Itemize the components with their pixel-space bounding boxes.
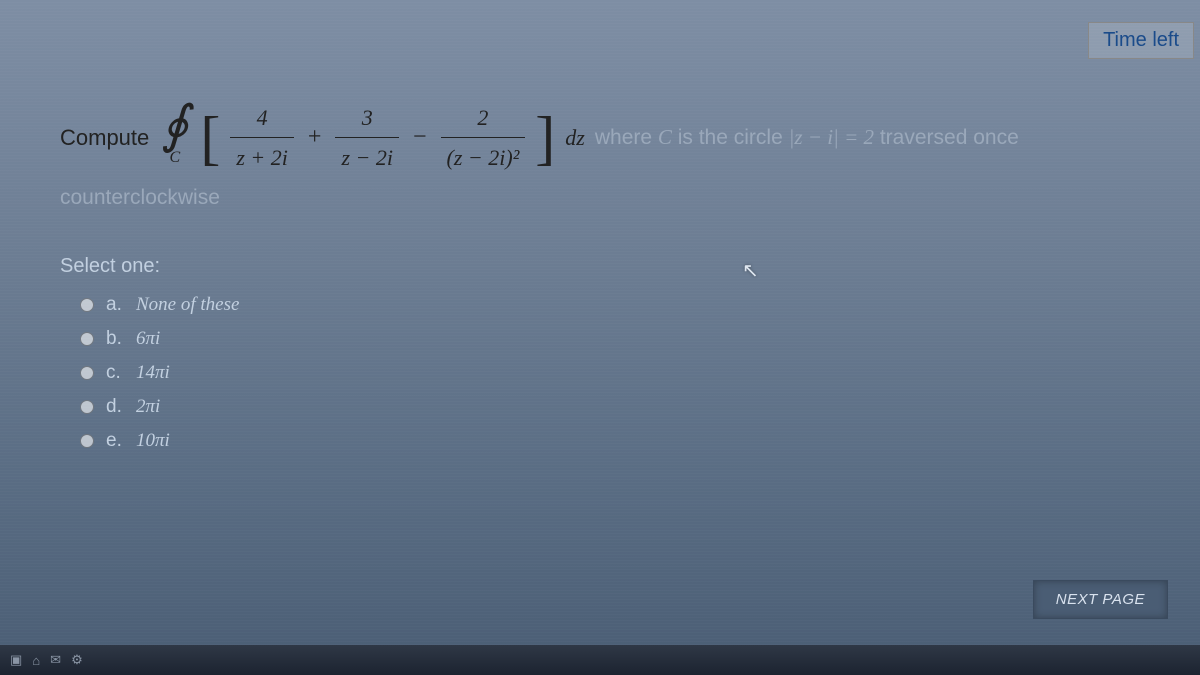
where-mid: is the circle xyxy=(672,126,789,149)
right-bracket: ] xyxy=(535,117,555,159)
radio-d[interactable] xyxy=(80,400,94,414)
question-line-1: Compute ∮ C [ 4 z + 2i + 3 z − 2i − 2 (z… xyxy=(60,100,1160,175)
where-prefix: where xyxy=(595,126,658,149)
where-condition: |z − i| = 2 xyxy=(789,125,874,149)
option-text: 14πi xyxy=(136,362,170,384)
contour-integral-symbol: ∮ C xyxy=(161,105,188,170)
lead-word: Compute xyxy=(60,120,149,155)
frac1-den: z + 2i xyxy=(230,137,294,175)
select-one-label: Select one: xyxy=(60,255,1160,278)
question-line-2: counterclockwise xyxy=(60,181,1160,215)
taskbar-item[interactable]: ⚙ xyxy=(71,652,83,668)
frac3-num: 2 xyxy=(471,100,494,137)
integral-glyph: ∮ xyxy=(161,105,188,147)
option-text: 10πi xyxy=(136,430,170,452)
question-block: Compute ∮ C [ 4 z + 2i + 3 z − 2i − 2 (z… xyxy=(60,100,1160,458)
taskbar-item[interactable]: ⌂ xyxy=(32,653,40,668)
question-text: Compute ∮ C [ 4 z + 2i + 3 z − 2i − 2 (z… xyxy=(60,100,1160,215)
radio-a[interactable] xyxy=(80,298,94,312)
frac3-den: (z − 2i)² xyxy=(441,137,526,175)
taskbar-start-icon[interactable]: ▣ xyxy=(10,652,22,668)
integral-subscript: C xyxy=(169,145,180,171)
option-text: None of these xyxy=(136,294,239,316)
fraction-1: 4 z + 2i xyxy=(230,100,294,175)
plus-op: + xyxy=(304,118,326,156)
where-tail: traversed once xyxy=(874,126,1019,149)
left-bracket: [ xyxy=(200,117,220,159)
time-left-label: Time left xyxy=(1103,29,1179,51)
option-key: a. xyxy=(106,294,124,316)
fraction-2: 3 z − 2i xyxy=(335,100,399,175)
taskbar-item[interactable]: ✉ xyxy=(50,652,61,668)
time-left-box: Time left xyxy=(1088,22,1194,59)
option-key: e. xyxy=(106,430,124,452)
fraction-3: 2 (z − 2i)² xyxy=(441,100,526,175)
option-e[interactable]: e. 10πi xyxy=(60,424,1160,458)
taskbar: ▣ ⌂ ✉ ⚙ xyxy=(0,645,1200,675)
dz-text: dz xyxy=(565,120,585,155)
radio-c[interactable] xyxy=(80,366,94,380)
option-text: 6πi xyxy=(136,328,160,350)
frac2-den: z − 2i xyxy=(335,137,399,175)
radio-b[interactable] xyxy=(80,332,94,346)
next-page-button[interactable]: NEXT PAGE xyxy=(1033,580,1168,619)
options-list: a. None of these b. 6πi c. 14πi d. 2πi e… xyxy=(60,288,1160,458)
option-b[interactable]: b. 6πi xyxy=(60,322,1160,356)
where-clause: where C is the circle |z − i| = 2 traver… xyxy=(595,121,1019,155)
minus-op: − xyxy=(409,118,431,156)
where-contour-name: C xyxy=(658,125,672,149)
option-text: 2πi xyxy=(136,396,160,418)
option-key: c. xyxy=(106,362,124,384)
option-a[interactable]: a. None of these xyxy=(60,288,1160,322)
radio-e[interactable] xyxy=(80,434,94,448)
option-key: b. xyxy=(106,328,124,350)
option-key: d. xyxy=(106,396,124,418)
frac2-num: 3 xyxy=(356,100,379,137)
option-c[interactable]: c. 14πi xyxy=(60,356,1160,390)
option-d[interactable]: d. 2πi xyxy=(60,390,1160,424)
frac1-num: 4 xyxy=(251,100,274,137)
